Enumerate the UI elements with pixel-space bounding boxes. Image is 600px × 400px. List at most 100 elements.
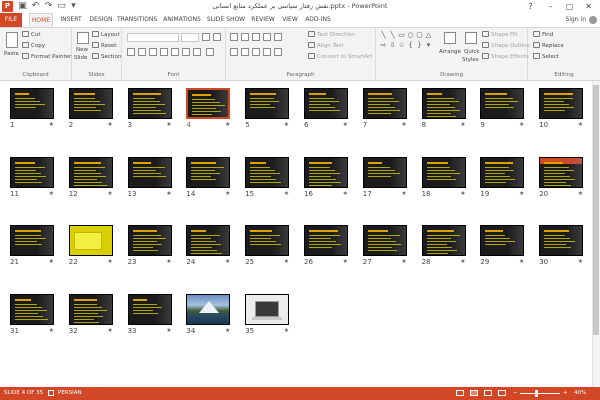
slide-thumbnail-10[interactable]: 10 ★: [539, 88, 584, 129]
transition-star-icon[interactable]: ★: [519, 190, 524, 198]
normal-view-icon[interactable]: [456, 390, 464, 396]
slide-thumbnail-32[interactable]: 32 ★: [68, 293, 113, 335]
slide-preview-34[interactable]: [186, 293, 231, 325]
transition-star-icon[interactable]: ★: [519, 258, 524, 266]
copy-button[interactable]: Copy: [22, 42, 45, 50]
slide-preview-32[interactable]: [68, 293, 113, 325]
slide-thumbnail-19[interactable]: 19 ★: [480, 156, 525, 198]
transition-star-icon[interactable]: ★: [49, 190, 54, 198]
transition-star-icon[interactable]: ★: [578, 258, 583, 266]
slide-thumbnail-14[interactable]: 14 ★: [186, 156, 231, 198]
arrow-shape-icon-2[interactable]: ⇩: [389, 42, 396, 49]
slide-preview-33[interactable]: [127, 293, 172, 325]
slide-preview-8[interactable]: [421, 88, 466, 119]
cut-button[interactable]: Cut: [22, 31, 40, 39]
reset-button[interactable]: Reset: [92, 42, 116, 50]
slide-preview-1[interactable]: [10, 88, 54, 119]
tab-home[interactable]: HOME: [29, 13, 53, 27]
transition-star-icon[interactable]: ★: [225, 121, 230, 129]
slide-thumbnail-24[interactable]: 24 ★: [186, 225, 231, 266]
slide-preview-18[interactable]: [421, 156, 466, 188]
restore-button[interactable]: ▢: [563, 0, 576, 13]
reading-view-icon[interactable]: [484, 390, 492, 396]
slide-preview-2[interactable]: [68, 88, 113, 119]
shape-fill-button[interactable]: Shape Fill: [482, 31, 517, 39]
quick-styles-icon[interactable]: [465, 32, 477, 44]
slide-thumbnail-25[interactable]: 25 ★: [245, 225, 290, 266]
tab-design[interactable]: DESIGN: [87, 13, 115, 27]
tab-add-ins[interactable]: ADD-INS: [304, 13, 332, 27]
transition-star-icon[interactable]: ★: [225, 190, 230, 198]
slide-preview-12[interactable]: [68, 156, 113, 188]
shadow-icon[interactable]: [160, 48, 168, 56]
slide-thumbnail-12[interactable]: 12 ★: [68, 156, 113, 198]
text-direction-button[interactable]: Text Direction: [308, 31, 355, 39]
slide-preview-27[interactable]: [362, 225, 407, 256]
slide-thumbnail-1[interactable]: 1 ★: [10, 88, 54, 129]
slide-thumbnail-18[interactable]: 18 ★: [421, 156, 466, 198]
arrange-icon[interactable]: [444, 32, 456, 44]
arrange-button[interactable]: Arrange: [439, 48, 461, 56]
transition-star-icon[interactable]: ★: [401, 190, 406, 198]
quick-styles-button[interactable]: Quick: [464, 48, 480, 56]
slide-thumbnail-13[interactable]: 13 ★: [127, 156, 172, 198]
vertical-scrollbar[interactable]: [592, 81, 600, 387]
slide-thumbnail-3[interactable]: 3 ★: [127, 88, 172, 129]
justify-icon[interactable]: [263, 48, 271, 56]
slide-preview-26[interactable]: [304, 225, 348, 256]
slide-thumbnail-17[interactable]: 17 ★: [362, 156, 407, 198]
transition-star-icon[interactable]: ★: [49, 327, 54, 335]
slide-preview-14[interactable]: [186, 156, 231, 188]
paste-button[interactable]: Paste: [4, 50, 19, 58]
slide-thumbnail-5[interactable]: 5 ★: [245, 88, 290, 129]
align-center-icon[interactable]: [241, 48, 249, 56]
slide-preview-28[interactable]: [421, 225, 466, 256]
transition-star-icon[interactable]: ★: [107, 190, 112, 198]
slide-thumbnail-22[interactable]: 22 ★: [68, 225, 113, 266]
transition-star-icon[interactable]: ★: [166, 121, 171, 129]
select-button[interactable]: Select: [533, 53, 559, 61]
arrow-shape-icon[interactable]: ⇨: [380, 42, 387, 49]
tab-animations[interactable]: ANIMATIONS: [163, 13, 201, 27]
transition-star-icon[interactable]: ★: [166, 258, 171, 266]
slide-thumbnail-29[interactable]: 29 ★: [480, 225, 525, 266]
slide-preview-15[interactable]: [245, 156, 290, 188]
spelling-icon[interactable]: [48, 390, 54, 396]
slide-thumbnail-26[interactable]: 26 ★: [304, 225, 348, 266]
layout-button[interactable]: Layout: [92, 31, 120, 39]
more-shapes-icon[interactable]: ▾: [425, 42, 432, 49]
slide-preview-30[interactable]: [539, 225, 584, 256]
slide-thumbnail-28[interactable]: 28 ★: [421, 225, 466, 266]
align-text-button[interactable]: Align Text: [308, 42, 344, 50]
slide-preview-25[interactable]: [245, 225, 290, 256]
transition-star-icon[interactable]: ★: [343, 190, 348, 198]
help-button[interactable]: ?: [524, 0, 537, 13]
transition-star-icon[interactable]: ★: [401, 258, 406, 266]
shape-outline-button[interactable]: Shape Outline: [482, 42, 530, 50]
slide-thumbnail-34[interactable]: 34 ★: [186, 293, 231, 335]
slide-preview-13[interactable]: [127, 156, 172, 188]
scrollbar-thumb[interactable]: [593, 85, 599, 335]
slide-thumbnail-11[interactable]: 11 ★: [10, 156, 54, 198]
brace-shape-icon-2[interactable]: }: [416, 42, 423, 49]
transition-star-icon[interactable]: ★: [107, 327, 112, 335]
tab-file[interactable]: FILE: [0, 13, 22, 27]
start-slideshow-icon[interactable]: ▭: [56, 1, 67, 12]
slide-thumbnail-27[interactable]: 27 ★: [362, 225, 407, 266]
align-right-icon[interactable]: [252, 48, 260, 56]
transition-star-icon[interactable]: ★: [166, 327, 171, 335]
zoom-level[interactable]: 40%: [574, 387, 586, 400]
slide-thumbnail-2[interactable]: 2 ★: [68, 88, 113, 129]
transition-star-icon[interactable]: ★: [578, 121, 583, 129]
brace-shape-icon[interactable]: {: [407, 42, 414, 49]
change-case-icon[interactable]: [193, 48, 201, 56]
rounded-rect-shape-icon[interactable]: ▢: [416, 32, 423, 39]
increase-indent-icon[interactable]: [263, 33, 271, 41]
minimize-button[interactable]: –: [544, 0, 557, 13]
slide-preview-22[interactable]: [68, 225, 113, 256]
font-size-dropdown[interactable]: [181, 33, 199, 42]
tab-review[interactable]: REVIEW: [250, 13, 276, 27]
slide-thumbnail-20[interactable]: 20 ★: [539, 156, 584, 198]
slide-preview-31[interactable]: [10, 293, 54, 325]
transition-star-icon[interactable]: ★: [166, 190, 171, 198]
